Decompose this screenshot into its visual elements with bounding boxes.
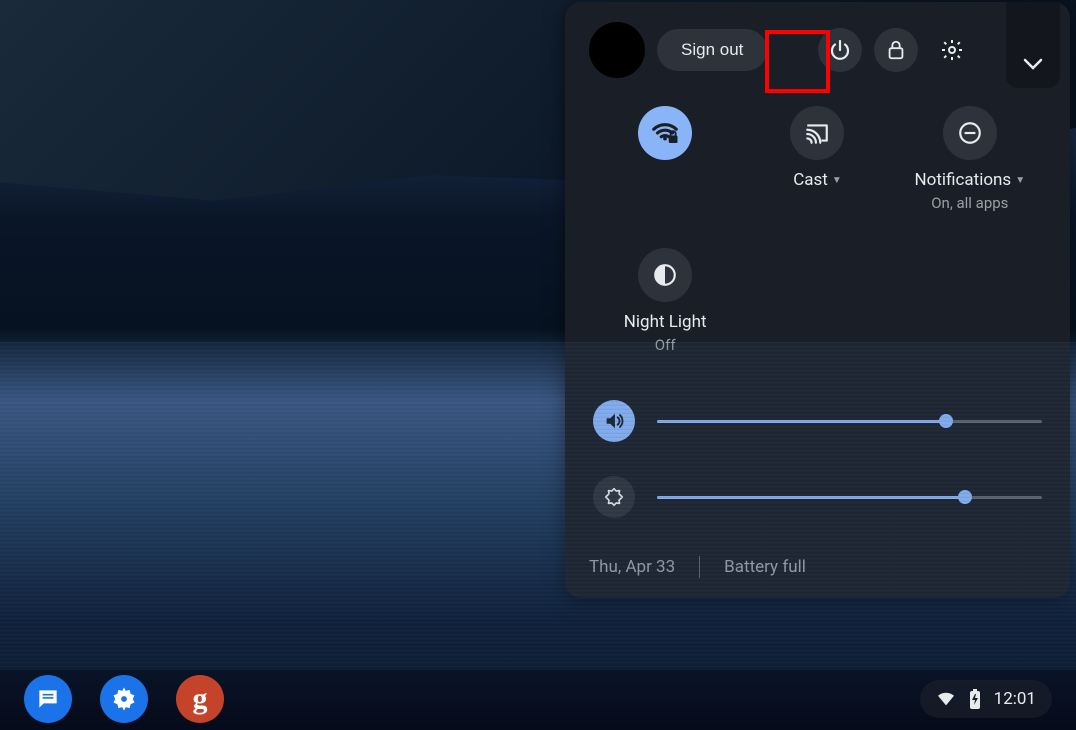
messages-app-icon[interactable] <box>24 675 72 723</box>
cast-toggle[interactable]: Cast ▼ <box>751 106 883 212</box>
dropdown-arrow-icon: ▼ <box>832 175 842 186</box>
notifications-label: Notifications ▼ <box>915 170 1026 190</box>
wifi-toggle[interactable] <box>599 106 731 212</box>
panel-footer: Thu, Apr 33 Battery full <box>589 552 1046 578</box>
volume-icon <box>603 410 625 432</box>
night-light-sublabel: Off <box>655 336 676 354</box>
brightness-icon-button[interactable] <box>593 476 635 518</box>
cast-icon <box>804 120 830 146</box>
night-light-label: Night Light <box>624 312 707 332</box>
quick-toggles-grid: Cast ▼ Notifications ▼ On, all apps Nig <box>589 106 1046 354</box>
battery-status-icon <box>968 688 982 710</box>
sign-out-button[interactable]: Sign out <box>657 29 767 71</box>
status-time: 12:01 <box>994 689 1036 709</box>
night-light-toggle[interactable]: Night Light Off <box>599 248 731 354</box>
shelf: g 12:01 <box>0 668 1076 730</box>
settings-button[interactable] <box>930 28 974 72</box>
brightness-slider[interactable] <box>657 496 1042 499</box>
quick-settings-panel: Sign out <box>565 2 1070 598</box>
footer-battery: Battery full <box>724 557 806 577</box>
brightness-slider-row <box>589 476 1046 518</box>
wifi-status-icon <box>936 691 956 707</box>
chat-icon <box>35 686 61 712</box>
night-light-icon <box>652 262 678 288</box>
gear-icon <box>110 685 138 713</box>
collapse-panel-button[interactable] <box>1006 2 1060 88</box>
volume-slider[interactable] <box>657 420 1042 423</box>
volume-icon-button[interactable] <box>593 400 635 442</box>
desktop-wallpaper: Sign out <box>0 0 1076 730</box>
power-icon <box>828 38 852 62</box>
status-tray[interactable]: 12:01 <box>920 680 1052 718</box>
do-not-disturb-icon <box>957 120 983 146</box>
user-avatar[interactable] <box>589 22 645 78</box>
panel-header: Sign out <box>589 22 1046 78</box>
volume-slider-row <box>589 400 1046 442</box>
dropdown-arrow-icon: ▼ <box>1015 175 1025 186</box>
settings-app-icon[interactable] <box>100 675 148 723</box>
notifications-sublabel: On, all apps <box>931 194 1008 212</box>
power-button[interactable] <box>818 28 862 72</box>
lock-icon <box>885 39 907 61</box>
footer-date: Thu, Apr 33 <box>589 557 675 577</box>
cast-label: Cast ▼ <box>793 170 842 190</box>
lock-button[interactable] <box>874 28 918 72</box>
brightness-icon <box>603 486 625 508</box>
notifications-toggle[interactable]: Notifications ▼ On, all apps <box>904 106 1036 212</box>
shelf-apps: g <box>24 675 224 723</box>
gear-icon <box>940 38 964 62</box>
g-app-icon[interactable]: g <box>176 675 224 723</box>
divider <box>699 556 700 578</box>
chevron-down-icon <box>1023 58 1043 70</box>
wifi-locked-icon <box>650 118 680 148</box>
